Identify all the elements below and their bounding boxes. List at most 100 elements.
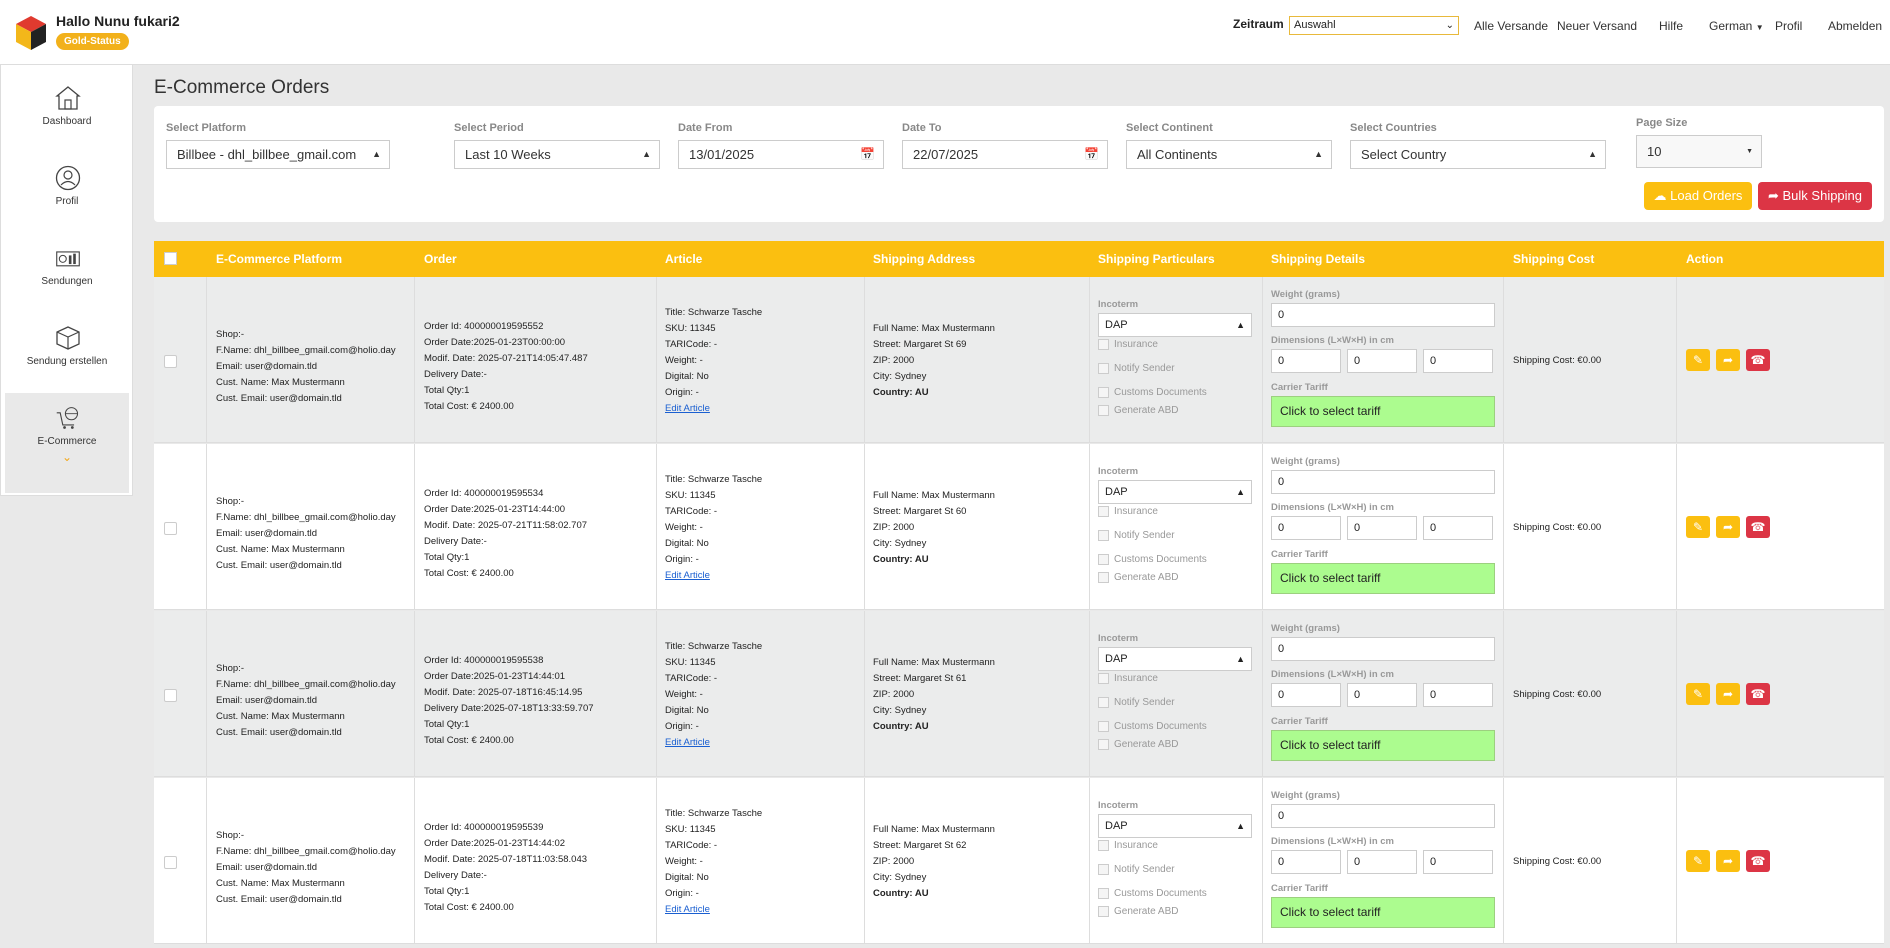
load-orders-button[interactable]: ☁ Load Orders — [1644, 182, 1752, 210]
ship-button[interactable]: ➦ — [1716, 850, 1740, 872]
weight-input[interactable]: 0 — [1271, 637, 1495, 661]
notify-sender-checkbox[interactable] — [1098, 864, 1109, 875]
language-dropdown[interactable]: German ▼ — [1709, 19, 1764, 33]
select-tariff-button[interactable]: Click to select tariff — [1271, 396, 1495, 427]
support-button[interactable]: ☎ — [1746, 683, 1770, 705]
ship-button[interactable]: ➦ — [1716, 516, 1740, 538]
support-button[interactable]: ☎ — [1746, 349, 1770, 371]
logo-cube-icon[interactable] — [14, 14, 48, 52]
customs-documents-checkbox[interactable] — [1098, 554, 1109, 565]
dimension-input[interactable]: 0 — [1271, 516, 1341, 540]
calendar-icon[interactable]: 📅 — [860, 141, 875, 168]
header-shipping-details[interactable]: Shipping Details — [1271, 252, 1365, 266]
insurance-checkbox[interactable] — [1098, 506, 1109, 517]
row-checkbox[interactable] — [164, 856, 177, 869]
incoterm-select[interactable]: DAP ▲ — [1098, 647, 1252, 671]
sidebar-item-sendungen[interactable]: Sendungen — [5, 233, 129, 313]
dimension-input[interactable]: 0 — [1271, 683, 1341, 707]
page-size-select[interactable]: 10 ▼ — [1636, 135, 1762, 168]
insurance-checkbox[interactable] — [1098, 339, 1109, 350]
incoterm-select[interactable]: DAP ▲ — [1098, 480, 1252, 504]
sidebar-item-profil[interactable]: Profil — [5, 153, 129, 233]
customs-documents-checkbox[interactable] — [1098, 387, 1109, 398]
sidebar-item-sendung-erstellen[interactable]: Sendung erstellen — [5, 313, 129, 393]
edit-article-link[interactable]: Edit Article — [665, 568, 762, 584]
header-article[interactable]: Article — [665, 252, 702, 266]
header-platform[interactable]: E-Commerce Platform — [216, 252, 342, 266]
edit-button[interactable]: ✎ — [1686, 349, 1710, 371]
header-shipping-address[interactable]: Shipping Address — [873, 252, 975, 266]
continent-select[interactable]: All Continents ▲ — [1126, 140, 1332, 169]
select-tariff-button[interactable]: Click to select tariff — [1271, 730, 1495, 761]
select-tariff-button[interactable]: Click to select tariff — [1271, 563, 1495, 594]
support-button[interactable]: ☎ — [1746, 850, 1770, 872]
zeitraum-select[interactable]: Auswahl ⌄ — [1289, 16, 1459, 35]
dimension-input[interactable]: 0 — [1423, 349, 1493, 373]
calendar-icon[interactable]: 📅 — [1084, 141, 1099, 168]
edit-article-link[interactable]: Edit Article — [665, 735, 762, 751]
date-from-input[interactable]: 13/01/2025 📅 — [678, 140, 884, 169]
notify-sender-checkbox[interactable] — [1098, 697, 1109, 708]
nav-hilfe[interactable]: Hilfe — [1659, 19, 1683, 33]
insurance-option[interactable]: Insurance — [1098, 339, 1158, 350]
notify-sender-checkbox[interactable] — [1098, 530, 1109, 541]
select-all-checkbox[interactable] — [164, 252, 177, 265]
weight-input[interactable]: 0 — [1271, 303, 1495, 327]
generate-abd-checkbox[interactable] — [1098, 906, 1109, 917]
dimension-input[interactable]: 0 — [1347, 683, 1417, 707]
generate-abd-checkbox[interactable] — [1098, 739, 1109, 750]
nav-neuer-versand[interactable]: Neuer Versand — [1557, 19, 1637, 33]
weight-input[interactable]: 0 — [1271, 470, 1495, 494]
customs-documents-option[interactable]: Customs Documents — [1098, 721, 1207, 732]
notify-sender-option[interactable]: Notify Sender — [1098, 697, 1175, 708]
ship-button[interactable]: ➦ — [1716, 349, 1740, 371]
dimension-input[interactable]: 0 — [1271, 349, 1341, 373]
support-button[interactable]: ☎ — [1746, 516, 1770, 538]
header-order[interactable]: Order — [424, 252, 457, 266]
insurance-option[interactable]: Insurance — [1098, 506, 1158, 517]
date-to-input[interactable]: 22/07/2025 📅 — [902, 140, 1108, 169]
dimension-input[interactable]: 0 — [1423, 683, 1493, 707]
header-shipping-particulars[interactable]: Shipping Particulars — [1098, 252, 1215, 266]
notify-sender-option[interactable]: Notify Sender — [1098, 363, 1175, 374]
countries-select[interactable]: Select Country ▲ — [1350, 140, 1606, 169]
insurance-option[interactable]: Insurance — [1098, 673, 1158, 684]
generate-abd-option[interactable]: Generate ABD — [1098, 739, 1178, 750]
edit-button[interactable]: ✎ — [1686, 516, 1710, 538]
incoterm-select[interactable]: DAP ▲ — [1098, 313, 1252, 337]
insurance-checkbox[interactable] — [1098, 673, 1109, 684]
edit-button[interactable]: ✎ — [1686, 683, 1710, 705]
generate-abd-checkbox[interactable] — [1098, 405, 1109, 416]
dimension-input[interactable]: 0 — [1347, 349, 1417, 373]
edit-article-link[interactable]: Edit Article — [665, 401, 762, 417]
dimension-input[interactable]: 0 — [1423, 850, 1493, 874]
nav-alle-versande[interactable]: Alle Versande — [1474, 19, 1548, 33]
nav-abmelden[interactable]: Abmelden — [1828, 19, 1882, 33]
platform-select[interactable]: Billbee - dhl_billbee_gmail.com ▲ — [166, 140, 390, 169]
header-shipping-cost[interactable]: Shipping Cost — [1513, 252, 1594, 266]
dimension-input[interactable]: 0 — [1347, 850, 1417, 874]
insurance-checkbox[interactable] — [1098, 840, 1109, 851]
nav-profil[interactable]: Profil — [1775, 19, 1802, 33]
insurance-option[interactable]: Insurance — [1098, 840, 1158, 851]
sidebar-item-dashboard[interactable]: Dashboard — [5, 73, 129, 153]
edit-article-link[interactable]: Edit Article — [665, 902, 762, 918]
generate-abd-checkbox[interactable] — [1098, 572, 1109, 583]
customs-documents-option[interactable]: Customs Documents — [1098, 888, 1207, 899]
generate-abd-option[interactable]: Generate ABD — [1098, 405, 1178, 416]
sidebar-item-e-commerce[interactable]: E-Commerce ⌄ — [5, 393, 129, 493]
generate-abd-option[interactable]: Generate ABD — [1098, 906, 1178, 917]
select-tariff-button[interactable]: Click to select tariff — [1271, 897, 1495, 928]
customs-documents-checkbox[interactable] — [1098, 888, 1109, 899]
customs-documents-option[interactable]: Customs Documents — [1098, 554, 1207, 565]
dimension-input[interactable]: 0 — [1347, 516, 1417, 540]
generate-abd-option[interactable]: Generate ABD — [1098, 572, 1178, 583]
weight-input[interactable]: 0 — [1271, 804, 1495, 828]
notify-sender-checkbox[interactable] — [1098, 363, 1109, 374]
incoterm-select[interactable]: DAP ▲ — [1098, 814, 1252, 838]
period-select[interactable]: Last 10 Weeks ▲ — [454, 140, 660, 169]
dimension-input[interactable]: 0 — [1271, 850, 1341, 874]
header-action[interactable]: Action — [1686, 252, 1723, 266]
row-checkbox[interactable] — [164, 522, 177, 535]
notify-sender-option[interactable]: Notify Sender — [1098, 864, 1175, 875]
